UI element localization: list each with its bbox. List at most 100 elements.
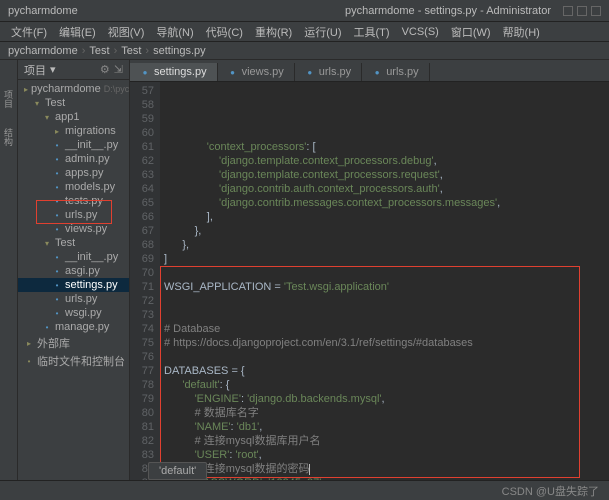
tree-item[interactable]: •urls.py — [18, 292, 129, 306]
menu-item[interactable]: 代码(C) — [201, 22, 248, 42]
tree-node-icon: • — [52, 182, 62, 192]
editor-tab[interactable]: ● urls.py — [295, 63, 362, 81]
tree-item[interactable]: ▾Test — [18, 96, 129, 110]
tree-item[interactable]: ▾app1 — [18, 110, 129, 124]
tree-node-icon: • — [42, 322, 52, 332]
tree-node-icon: • — [52, 266, 62, 276]
tree-label: Test — [55, 237, 75, 249]
tree-node-icon: • — [52, 154, 62, 164]
maximize-icon[interactable] — [577, 6, 587, 16]
tree-item[interactable]: •asgi.py — [18, 264, 129, 278]
code-breadcrumb[interactable]: 'default' — [148, 462, 207, 480]
rail-project-icon[interactable]: 项目 — [2, 90, 15, 108]
rail-structure-icon[interactable]: 结构 — [2, 128, 15, 146]
project-sidebar: 项目 ▾ ⚙ ⇲ ▸pycharmdome D:\pycharmdome▾Tes… — [18, 60, 130, 480]
tree-label: apps.py — [65, 167, 104, 179]
menu-item[interactable]: 工具(T) — [349, 22, 395, 42]
tree-item[interactable]: ▸migrations — [18, 124, 129, 138]
editor-tab[interactable]: ● views.py — [218, 63, 295, 81]
tree-item[interactable]: •models.py — [18, 180, 129, 194]
breadcrumb: pycharmdome›Test›Test›settings.py — [0, 42, 609, 60]
tree-item[interactable]: ▸外部库 — [18, 334, 129, 352]
python-file-icon: ● — [305, 67, 315, 77]
editor-tabs: ● settings.py ● views.py ● urls.py ● urls.py — [130, 60, 609, 82]
tree-label: wsgi.py — [65, 307, 102, 319]
menu-item[interactable]: 导航(N) — [151, 22, 198, 42]
menu-item[interactable]: VCS(S) — [397, 24, 444, 40]
tree-item[interactable]: •wsgi.py — [18, 306, 129, 320]
menu-item[interactable]: 窗口(W) — [446, 22, 496, 42]
crumb[interactable]: pycharmdome — [8, 45, 78, 57]
tree-node-icon: • — [24, 356, 34, 366]
code-content[interactable]: 'context_processors': [ 'django.template… — [160, 82, 609, 480]
tree-node-icon: ▾ — [42, 112, 52, 122]
tree-label: app1 — [55, 111, 79, 123]
python-file-icon: ● — [140, 67, 150, 77]
tree-item[interactable]: •tests.py — [18, 194, 129, 208]
tree-node-icon: • — [52, 308, 62, 318]
tree-item[interactable]: •__init__.py — [18, 138, 129, 152]
sidebar-header: 项目 ▾ ⚙ ⇲ — [18, 60, 129, 80]
menubar: 文件(F)编辑(E)视图(V)导航(N)代码(C)重构(R)运行(U)工具(T)… — [0, 22, 609, 42]
tree-label: __init__.py — [65, 251, 118, 263]
collapse-icon[interactable]: ⇲ — [114, 63, 123, 76]
sidebar-title: 项目 — [24, 62, 46, 78]
tree-label: urls.py — [65, 209, 97, 221]
crumb[interactable]: Test — [121, 45, 141, 57]
tree-node-icon: ▾ — [32, 98, 42, 108]
tree-node-icon: • — [52, 210, 62, 220]
tab-label: urls.py — [386, 66, 418, 78]
minimize-icon[interactable] — [563, 6, 573, 16]
tree-label: pycharmdome — [31, 83, 101, 95]
tree-item[interactable]: •__init__.py — [18, 250, 129, 264]
dropdown-icon[interactable]: ▾ — [50, 63, 56, 76]
tree-item[interactable]: •settings.py — [18, 278, 129, 292]
tab-label: settings.py — [154, 66, 207, 78]
tree-node-icon: ▸ — [52, 126, 62, 136]
left-rail: 项目 结构 — [0, 60, 18, 480]
window-controls — [563, 6, 601, 16]
tree-label: manage.py — [55, 321, 109, 333]
crumb[interactable]: settings.py — [153, 45, 206, 57]
menu-item[interactable]: 运行(U) — [299, 22, 346, 42]
tree-label: models.py — [65, 181, 115, 193]
tree-item[interactable]: ▾Test — [18, 236, 129, 250]
tree-label: asgi.py — [65, 265, 100, 277]
menu-item[interactable]: 重构(R) — [250, 22, 297, 42]
tree-label: 临时文件和控制台 — [37, 353, 125, 369]
tree-item[interactable]: •临时文件和控制台 — [18, 352, 129, 370]
statusbar: CSDN @U盘失踪了 — [0, 480, 609, 500]
close-icon[interactable] — [591, 6, 601, 16]
project-tree[interactable]: ▸pycharmdome D:\pycharmdome▾Test▾app1▸mi… — [18, 80, 129, 372]
tree-label: urls.py — [65, 293, 97, 305]
python-file-icon: ● — [372, 67, 382, 77]
status-watermark: CSDN @U盘失踪了 — [502, 483, 599, 499]
code-editor[interactable]: 57 58 59 60 61 62 63 64 65 66 67 68 69 7… — [130, 82, 609, 480]
tree-node-icon: • — [52, 280, 62, 290]
tree-item[interactable]: ▸pycharmdome D:\pycharmdome — [18, 82, 129, 96]
tree-node-icon: • — [52, 252, 62, 262]
tree-label: admin.py — [65, 153, 110, 165]
editor-tab[interactable]: ● urls.py — [362, 63, 429, 81]
tab-label: urls.py — [319, 66, 351, 78]
tree-node-icon: • — [52, 168, 62, 178]
gear-icon[interactable]: ⚙ — [100, 63, 110, 76]
menu-item[interactable]: 文件(F) — [6, 22, 52, 42]
line-gutter: 57 58 59 60 61 62 63 64 65 66 67 68 69 7… — [130, 82, 160, 480]
tree-item[interactable]: •views.py — [18, 222, 129, 236]
tree-item[interactable]: •urls.py — [18, 208, 129, 222]
tree-node-icon: • — [52, 196, 62, 206]
menu-item[interactable]: 帮助(H) — [498, 22, 545, 42]
menu-item[interactable]: 编辑(E) — [54, 22, 101, 42]
tree-label: Test — [45, 97, 65, 109]
tree-item[interactable]: •admin.py — [18, 152, 129, 166]
tab-label: views.py — [242, 66, 284, 78]
tree-item[interactable]: •manage.py — [18, 320, 129, 334]
tree-node-icon: • — [52, 294, 62, 304]
tree-item[interactable]: •apps.py — [18, 166, 129, 180]
crumb[interactable]: Test — [89, 45, 109, 57]
python-file-icon: ● — [228, 67, 238, 77]
tree-label: 外部库 — [37, 335, 70, 351]
editor-tab[interactable]: ● settings.py — [130, 63, 218, 81]
menu-item[interactable]: 视图(V) — [103, 22, 150, 42]
